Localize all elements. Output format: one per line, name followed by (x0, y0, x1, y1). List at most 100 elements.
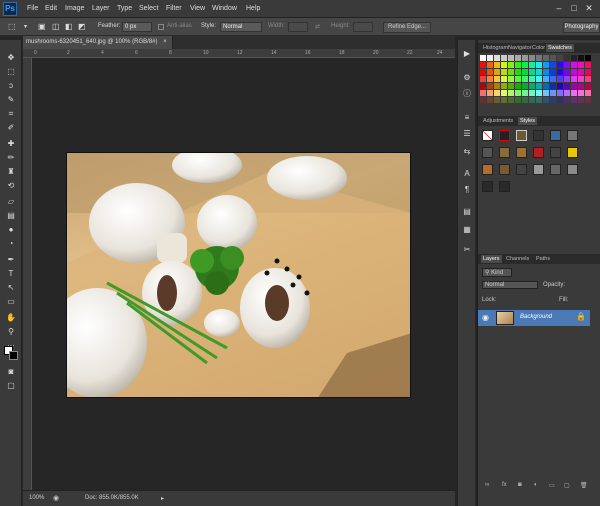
color-swatch[interactable] (529, 55, 535, 61)
notes-icon[interactable]: ▦ (461, 224, 473, 236)
status-info-icon[interactable]: ◉ (53, 494, 59, 502)
style-swatch[interactable] (499, 181, 510, 192)
new-layer-icon[interactable]: ▢ (564, 482, 570, 489)
document-tab[interactable]: mushrooms-6320451_640.jpg @ 100% (RGB/8#… (23, 36, 173, 49)
color-swatch[interactable] (529, 83, 535, 89)
document-close-icon[interactable]: × (163, 39, 167, 45)
color-swatch[interactable] (557, 90, 563, 96)
color-swatch[interactable] (487, 69, 493, 75)
eraser-icon[interactable]: ▱ (4, 196, 18, 208)
color-swatch[interactable] (536, 76, 542, 82)
tab-color[interactable]: Color (530, 44, 547, 52)
color-swatch[interactable] (571, 69, 577, 75)
color-swatch[interactable] (578, 76, 584, 82)
style-swatch[interactable] (567, 147, 578, 158)
color-swatch[interactable] (557, 55, 563, 61)
color-swatch[interactable] (550, 97, 556, 103)
color-swatch[interactable] (494, 83, 500, 89)
color-swatch[interactable] (522, 76, 528, 82)
style-swatch[interactable] (567, 164, 578, 175)
path-selection-icon[interactable]: ↖ (4, 282, 18, 294)
rectangle-tool-icon[interactable]: ▭ (4, 296, 18, 308)
style-swatch[interactable] (516, 130, 527, 141)
layer-name[interactable]: Background (520, 314, 552, 320)
style-swatch[interactable] (482, 147, 493, 158)
adjustment-layer-icon[interactable]: ◐ (534, 482, 538, 488)
color-swatch[interactable] (480, 83, 486, 89)
color-swatch[interactable] (515, 62, 521, 68)
style-swatch[interactable] (482, 164, 493, 175)
color-swatch[interactable] (550, 55, 556, 61)
gradient-tool-icon[interactable]: ▤ (4, 210, 18, 222)
blend-mode-select[interactable]: Normal (482, 281, 538, 289)
color-swatch[interactable] (501, 76, 507, 82)
color-swatch[interactable] (515, 97, 521, 103)
height-input[interactable] (353, 22, 373, 32)
color-swatch[interactable] (557, 97, 563, 103)
quick-mask-icon[interactable]: ◙ (4, 366, 18, 378)
color-swatch[interactable] (501, 90, 507, 96)
color-swatch[interactable] (529, 90, 535, 96)
color-swatch[interactable] (550, 83, 556, 89)
color-swatch[interactable] (494, 55, 500, 61)
color-swatch[interactable] (578, 55, 584, 61)
color-swatch[interactable] (529, 69, 535, 75)
color-swatch[interactable] (536, 97, 542, 103)
color-swatch[interactable] (536, 62, 542, 68)
style-swatch[interactable] (499, 164, 510, 175)
color-swatch[interactable] (536, 83, 542, 89)
delete-layer-icon[interactable]: 🗑 (580, 482, 588, 489)
color-swatch[interactable] (543, 90, 549, 96)
color-swatch[interactable] (501, 55, 507, 61)
color-swatch[interactable] (571, 62, 577, 68)
color-swatch[interactable] (480, 97, 486, 103)
color-swatch[interactable] (557, 83, 563, 89)
color-swatch[interactable] (571, 76, 577, 82)
feather-input[interactable]: 0 px (122, 22, 152, 32)
play-action-icon[interactable]: ▶ (461, 48, 473, 60)
tab-styles[interactable]: Styles (518, 117, 537, 125)
tool-presets-icon[interactable]: ✂ (461, 244, 473, 256)
color-swatch[interactable] (550, 90, 556, 96)
info-icon[interactable]: ⓘ (461, 88, 473, 100)
clone-stamp-icon[interactable]: ♜ (4, 166, 18, 178)
color-swatch[interactable] (550, 69, 556, 75)
color-swatch[interactable] (480, 76, 486, 82)
color-swatch[interactable] (487, 90, 493, 96)
color-swatch[interactable] (522, 55, 528, 61)
background-color-swatch[interactable] (9, 351, 18, 360)
color-swatch[interactable] (550, 76, 556, 82)
color-swatch[interactable] (529, 97, 535, 103)
refine-edge-button[interactable]: Refine Edge... (383, 22, 431, 33)
color-swatch[interactable] (585, 69, 591, 75)
tab-layers[interactable]: Layers (481, 255, 502, 263)
zoom-tool-icon[interactable]: ⚲ (4, 326, 18, 338)
layer-row-background[interactable]: ◉ Background 🔒 (478, 310, 590, 326)
close-button[interactable]: ✕ (582, 3, 596, 14)
antialias-checkbox[interactable] (158, 24, 164, 30)
color-swatch[interactable] (494, 90, 500, 96)
style-swatch[interactable] (482, 181, 493, 192)
menu-image[interactable]: Image (65, 5, 84, 12)
menu-filter[interactable]: Filter (166, 5, 182, 12)
color-swatch[interactable] (487, 76, 493, 82)
color-swatch[interactable] (564, 83, 570, 89)
color-swatch[interactable] (522, 69, 528, 75)
swap-icon[interactable]: ⇄ (315, 23, 320, 30)
style-swatch[interactable] (516, 147, 527, 158)
menu-edit[interactable]: Edit (45, 5, 57, 12)
tab-channels[interactable]: Channels (504, 255, 531, 263)
color-swatch[interactable] (529, 62, 535, 68)
color-swatch[interactable] (501, 69, 507, 75)
move-tool-icon[interactable]: ✥ (4, 52, 18, 64)
color-swatch[interactable] (522, 83, 528, 89)
layer-comps-icon[interactable]: ▤ (461, 206, 473, 218)
color-swatch[interactable] (508, 83, 514, 89)
workspace-select[interactable]: Photography (563, 22, 600, 33)
color-swatch[interactable] (494, 97, 500, 103)
color-swatch[interactable] (557, 62, 563, 68)
color-swatch[interactable] (501, 83, 507, 89)
color-swatch[interactable] (578, 97, 584, 103)
quick-selection-icon[interactable]: ✎ (4, 94, 18, 106)
color-swatch[interactable] (536, 55, 542, 61)
